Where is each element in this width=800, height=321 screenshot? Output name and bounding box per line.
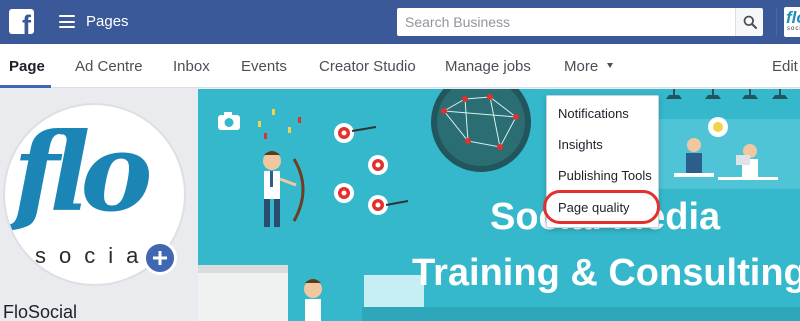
tab-inbox[interactable]: Inbox: [173, 44, 210, 88]
caret-down-icon: [607, 63, 614, 68]
menu-item-publishing-tools[interactable]: Publishing Tools: [558, 168, 652, 183]
pages-title[interactable]: Pages: [86, 13, 129, 30]
search-input[interactable]: [397, 8, 735, 36]
menu-item-insights[interactable]: Insights: [558, 137, 603, 152]
tab-manage-jobs[interactable]: Manage jobs: [445, 44, 531, 88]
page-avatar[interactable]: flo social: [784, 7, 800, 37]
tab-edit[interactable]: Edit: [772, 44, 798, 88]
add-profile-photo-button[interactable]: [143, 241, 177, 275]
tab-ad-centre[interactable]: Ad Centre: [75, 44, 143, 88]
profile-logo-text: flo: [13, 110, 152, 236]
camera-icon: [218, 112, 240, 130]
search-button[interactable]: [735, 8, 763, 36]
cover-photo[interactable]: Social Media Training & Consulting: [198, 89, 800, 321]
tab-events[interactable]: Events: [241, 44, 287, 88]
active-tab-indicator: [0, 85, 51, 88]
tab-more[interactable]: More: [564, 44, 614, 88]
facebook-f-icon[interactable]: f: [9, 9, 34, 34]
page-tab-nav: Page Ad Centre Inbox Events Creator Stud…: [0, 44, 800, 88]
cover-subheadline: Training & Consulting: [412, 252, 800, 294]
menu-item-notifications[interactable]: Notifications: [558, 106, 629, 121]
search-icon: [743, 15, 757, 29]
top-bar-divider: [776, 8, 777, 36]
top-bar: f Pages flo social: [0, 0, 800, 44]
page-quality-highlight: [543, 190, 660, 224]
tab-page[interactable]: Page: [9, 44, 45, 88]
tab-creator-studio[interactable]: Creator Studio: [319, 44, 416, 88]
plus-icon: [153, 251, 167, 265]
hamburger-icon[interactable]: [59, 15, 75, 28]
page-name: FloSocial: [3, 302, 78, 321]
